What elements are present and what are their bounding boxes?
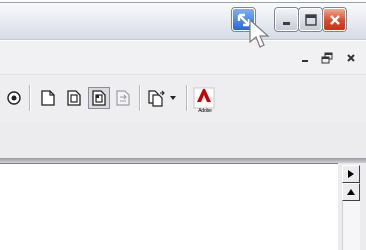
triangle-right-icon [348,170,354,178]
title-divider [0,2,366,3]
adobe-label: Adobe [198,108,212,114]
scroll-up-button[interactable] [342,183,360,201]
close-icon [347,54,355,62]
child-minimize-button[interactable] [298,51,312,65]
page-icon [41,90,55,106]
minimize-icon [282,21,290,25]
maximize-icon [304,13,317,26]
close-button[interactable] [323,8,346,31]
mouse-cursor-icon [249,18,270,48]
adobe-button[interactable] [192,87,216,109]
record-button[interactable] [4,87,26,109]
minimize-button[interactable] [275,8,298,31]
chevron-down-icon [170,96,176,100]
page-corner-icon [92,90,106,106]
page-export-icon [116,90,130,106]
menu-bar [0,41,366,74]
page-frame-button[interactable] [63,87,85,109]
page-dropdown-icon [148,90,165,107]
toolbar-separator [139,85,140,111]
page-dropdown-button[interactable] [146,87,168,109]
record-icon [7,91,21,105]
page-export-button[interactable] [112,87,134,109]
scroll-right-button[interactable] [342,165,360,183]
toolbar-separator [29,85,30,111]
close-icon [329,14,340,25]
vertical-scrollbar[interactable] [338,163,366,250]
maximize-button[interactable] [299,8,322,31]
status-band [0,122,366,158]
document-area[interactable] [0,163,338,250]
restore-icon [321,52,333,64]
page-button[interactable] [37,87,59,109]
triangle-up-icon [347,189,355,195]
page-frame-icon [67,90,81,106]
toolbar-separator [186,85,187,111]
child-restore-button[interactable] [320,51,334,65]
dropdown-arrow-button[interactable] [168,87,178,109]
page-corner-button[interactable] [88,87,110,109]
title-bar [0,0,366,40]
toolbar: Adobe [0,74,366,122]
adobe-icon [193,87,215,109]
child-close-button[interactable] [344,51,358,65]
scroll-track[interactable] [342,201,360,250]
minimize-icon [302,60,308,62]
